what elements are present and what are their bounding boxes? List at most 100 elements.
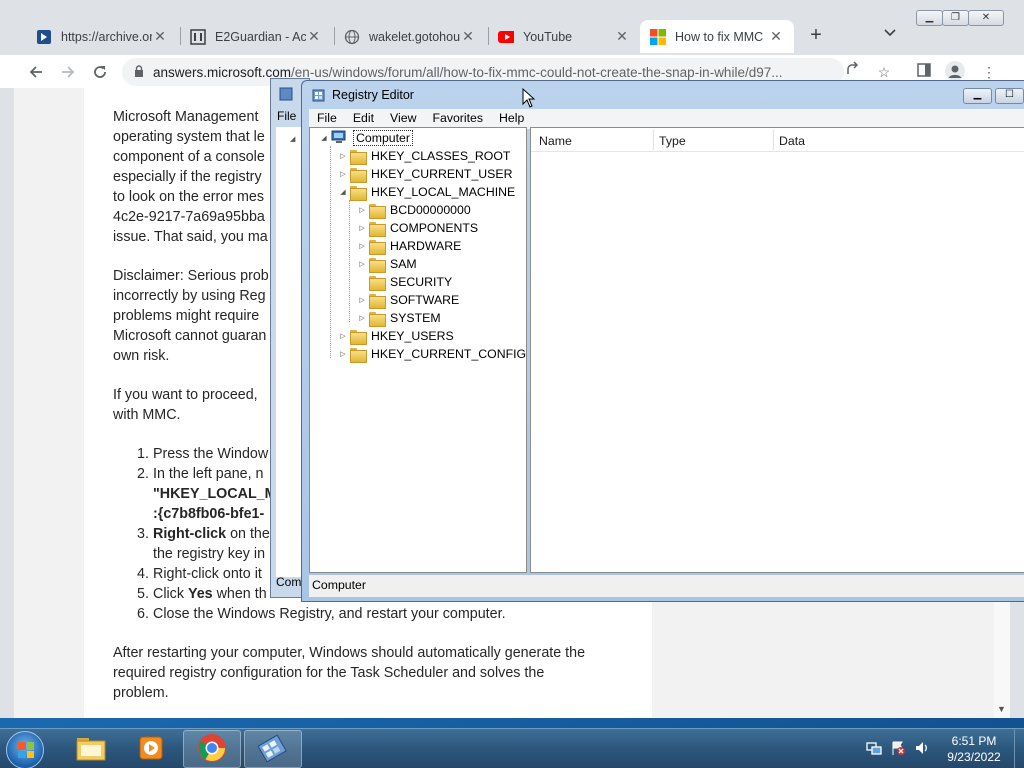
close-icon[interactable]: ✕ (460, 28, 476, 45)
taskbar-chrome[interactable] (183, 730, 241, 768)
tab-title: E2Guardian - Acc (215, 29, 306, 44)
tab-title: wakelet.gotohou (369, 29, 460, 44)
globe-icon (344, 29, 360, 45)
url-path: /en-us/windows/forum/all/how-to-fix-mmc-… (291, 64, 783, 80)
close-icon[interactable]: ✕ (614, 28, 630, 45)
regedit-window: Registry Editor ▁ ☐ File Edit View Favor… (301, 80, 1024, 602)
show-desktop-button[interactable] (1014, 729, 1024, 768)
close-button[interactable]: ✕ (968, 10, 1004, 26)
tree-node-hardware[interactable]: ▷ HARDWARE (357, 237, 461, 255)
tab-youtube[interactable]: YouTube ✕ (488, 20, 640, 53)
column-header-type[interactable]: Type (659, 134, 686, 148)
clock-time: 6:51 PM (951, 734, 997, 748)
tree-node-software[interactable]: ▷ SOFTWARE (357, 291, 459, 309)
clock[interactable]: 6:51 PM 9/23/2022 (936, 733, 1012, 765)
expand-arrow-icon[interactable]: ▷ (357, 296, 367, 304)
folder-icon (369, 275, 386, 291)
taskbar-explorer[interactable] (62, 730, 120, 768)
chevron-down-icon[interactable] (884, 26, 896, 40)
folder-icon (369, 239, 386, 255)
tab-strip: https://archive.or ✕ E2Guardian - Acc ✕ … (0, 0, 1024, 55)
close-icon[interactable]: ✕ (152, 28, 168, 45)
tab-title: YouTube (523, 29, 573, 44)
tab-e2guardian[interactable]: E2Guardian - Acc ✕ (180, 20, 332, 53)
volume-icon[interactable] (914, 740, 930, 759)
network-icon[interactable] (866, 740, 882, 759)
expand-arrow-icon[interactable]: ▷ (338, 152, 348, 160)
tree-node-hkey-current-user[interactable]: ▷ HKEY_CURRENT_USER (338, 165, 512, 183)
tree-node-hkey-users[interactable]: ▷ HKEY_USERS (338, 327, 454, 345)
column-header-name[interactable]: Name (539, 134, 572, 148)
maximize-button[interactable]: ☐ (995, 88, 1024, 104)
tree-node-label: SYSTEM (390, 311, 441, 325)
maximize-button[interactable]: ❐ (942, 10, 969, 26)
tree-node-hkey-local-machine[interactable]: ◢ HKEY_LOCAL_MACHINE (338, 183, 515, 201)
registry-values-pane[interactable]: Name Type Data (530, 127, 1024, 573)
expand-arrow-icon[interactable]: ▷ (357, 260, 367, 268)
expand-arrow-icon[interactable]: ▷ (357, 224, 367, 232)
expand-arrow-icon[interactable]: ▷ (338, 170, 348, 178)
expand-arrow-icon[interactable]: ▷ (357, 242, 367, 250)
tree-node-bcd00000000[interactable]: ▷ BCD00000000 (357, 201, 471, 219)
registry-tree-pane[interactable]: ◢ Computer ▷ HKEY_CLASSES_ROOT ▷ HKEY_CU… (309, 127, 527, 573)
close-icon[interactable]: ✕ (306, 28, 322, 45)
tree-node-label: COMPONENTS (390, 221, 479, 235)
menu-view[interactable]: View (382, 109, 424, 129)
menu-file[interactable]: File (277, 109, 296, 123)
archive-icon (36, 29, 52, 45)
tree-node-hkey-classes-root[interactable]: ▷ HKEY_CLASSES_ROOT (338, 147, 510, 165)
forward-button[interactable] (56, 60, 80, 84)
taskbar-regedit[interactable] (244, 730, 302, 768)
new-tab-button[interactable]: + (804, 24, 828, 48)
menu-help[interactable]: Help (491, 109, 532, 129)
collapse-arrow-icon[interactable]: ◢ (319, 134, 329, 142)
text-line: After restarting your computer, Windows … (113, 645, 586, 661)
tree-node-components[interactable]: ▷ COMPONENTS (357, 219, 478, 237)
scroll-down-arrow-icon[interactable]: ▼ (997, 704, 1006, 714)
back-button[interactable] (24, 60, 48, 84)
start-button[interactable] (6, 731, 44, 768)
tree-node-label: HARDWARE (390, 239, 462, 253)
expand-arrow-icon[interactable]: ◢ (290, 135, 295, 143)
folder-icon (369, 221, 386, 237)
tree-node-system[interactable]: ▷ SYSTEM (357, 309, 441, 327)
tree-node-computer[interactable]: ◢ Computer (319, 129, 413, 147)
expand-arrow-icon[interactable]: ▷ (357, 206, 367, 214)
tab-wakelet[interactable]: wakelet.gotohou ✕ (334, 20, 486, 53)
tab-how-to-fix-mmc[interactable]: How to fix MMC ✕ (640, 20, 794, 53)
tree-node-hkey-current-config[interactable]: ▷ HKEY_CURRENT_CONFIG (338, 345, 526, 363)
folder-icon (350, 185, 367, 201)
expand-arrow-icon[interactable]: ▷ (338, 350, 348, 358)
menu-file[interactable]: File (309, 109, 345, 129)
paragraph-after: After restarting your computer, Windows … (113, 643, 638, 703)
action-center-flag-icon[interactable] (890, 740, 906, 759)
tree-node-label: BCD00000000 (390, 203, 471, 217)
tree-node-security[interactable]: SECURITY (357, 273, 452, 291)
minimize-button[interactable]: ▁ (916, 10, 943, 26)
tree-node-sam[interactable]: ▷ SAM (357, 255, 417, 273)
status-bar: Com (276, 575, 302, 589)
expand-arrow-icon[interactable]: ▷ (357, 314, 367, 322)
text-line: problem. (113, 685, 169, 701)
collapse-arrow-icon[interactable]: ◢ (338, 188, 348, 196)
tab-title: https://archive.or (61, 29, 152, 44)
minimize-button[interactable]: ▁ (963, 88, 992, 104)
regedit-icon (279, 87, 293, 104)
tree-pane: ◢ (276, 127, 304, 577)
computer-icon (331, 130, 348, 147)
taskbar-media-player[interactable] (122, 730, 180, 768)
window-title: Registry Editor (332, 88, 414, 102)
reload-button[interactable] (88, 60, 112, 84)
url-text: answers.microsoft.com/en-us/windows/foru… (153, 65, 782, 80)
chrome-icon (197, 733, 227, 766)
expand-arrow-icon[interactable]: ▷ (338, 332, 348, 340)
list-item: 6. Close the Windows Registry, and restar… (137, 606, 506, 622)
close-icon[interactable]: ✕ (768, 28, 784, 45)
windows-logo-icon (18, 742, 34, 758)
microsoft-icon (650, 28, 666, 45)
menu-edit[interactable]: Edit (345, 109, 382, 129)
folder-icon (369, 257, 386, 273)
column-header-data[interactable]: Data (779, 134, 805, 148)
menu-favorites[interactable]: Favorites (424, 109, 491, 129)
tab-archive[interactable]: https://archive.or ✕ (26, 20, 178, 53)
